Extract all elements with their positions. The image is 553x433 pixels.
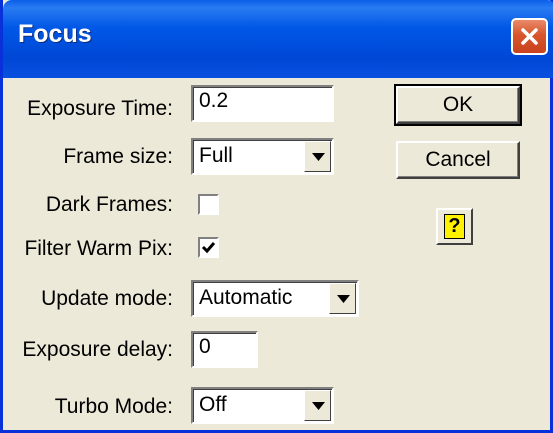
frame-size-value: Full — [199, 144, 233, 167]
filter-warm-pix-checkbox[interactable] — [198, 237, 219, 258]
update-mode-value: Automatic — [199, 286, 293, 309]
exposure-time-input[interactable]: 0.2 — [191, 85, 334, 122]
turbo-mode-label: Turbo Mode: — [54, 395, 173, 418]
help-icon: ? — [444, 214, 465, 239]
frame-size-select[interactable]: Full — [191, 138, 334, 175]
exposure-delay-label: Exposure delay: — [22, 338, 173, 361]
frame-size-label: Frame size: — [63, 145, 173, 168]
update-mode-label: Update mode: — [41, 287, 173, 310]
turbo-mode-value: Off — [199, 393, 227, 416]
turbo-mode-dropdown-button[interactable] — [304, 390, 331, 421]
cancel-button[interactable]: Cancel — [396, 141, 520, 179]
filter-warm-pix-label: Filter Warm Pix: — [24, 237, 173, 260]
turbo-mode-select[interactable]: Off — [191, 387, 334, 424]
frame-size-dropdown-button[interactable] — [304, 141, 331, 172]
ok-button[interactable]: OK — [394, 84, 522, 126]
close-button[interactable] — [511, 18, 548, 55]
exposure-time-label: Exposure Time: — [27, 97, 173, 120]
check-icon — [201, 242, 216, 254]
chevron-down-icon — [312, 153, 325, 161]
help-button[interactable]: ? — [436, 208, 473, 245]
focus-dialog: Focus Exposure Time: 0.2 Frame size: Ful… — [0, 0, 553, 433]
dark-frames-checkbox[interactable] — [198, 194, 219, 215]
chevron-down-icon — [312, 402, 325, 410]
chevron-down-icon — [337, 295, 350, 303]
update-mode-dropdown-button[interactable] — [329, 283, 356, 314]
update-mode-select[interactable]: Automatic — [191, 280, 359, 317]
window-title: Focus — [18, 20, 92, 48]
dark-frames-label: Dark Frames: — [45, 193, 173, 216]
exposure-delay-input[interactable]: 0 — [191, 331, 258, 368]
close-icon — [521, 28, 538, 45]
title-bar[interactable]: Focus — [3, 0, 553, 78]
